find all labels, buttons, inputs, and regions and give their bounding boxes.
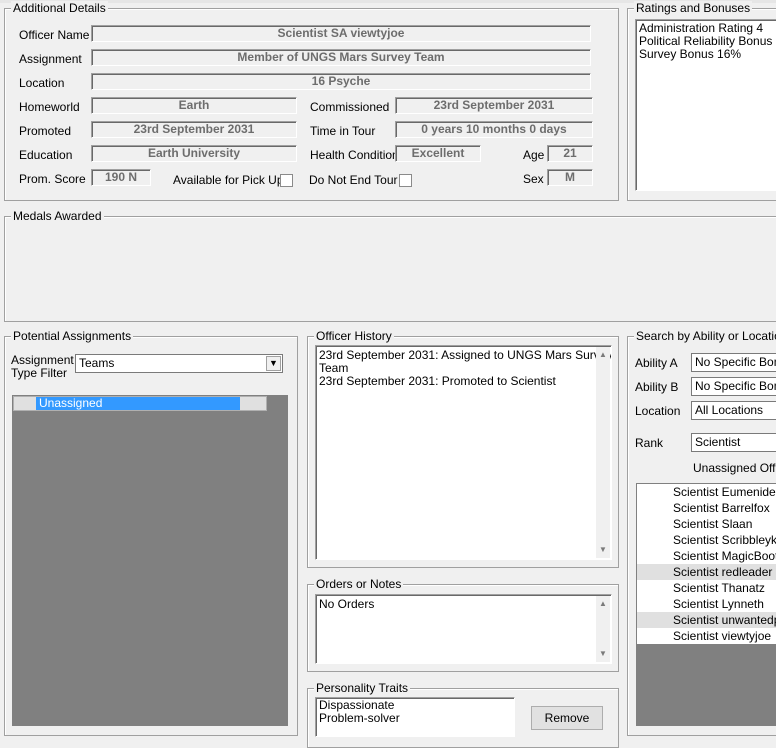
group-title: Medals Awarded [11,209,104,223]
pickup-label: Available for Pick Up [173,173,284,187]
remove-trait-button[interactable]: Remove [531,706,603,730]
ability-b-select[interactable]: No Specific Bonus [691,377,776,396]
education-label: Education [19,148,73,162]
homeworld-label: Homeworld [19,100,80,114]
commissioned-label: Commissioned [310,100,390,114]
chevron-down-icon[interactable]: ▼ [266,356,281,371]
location-label: Location [19,76,65,90]
sex-field: M [547,169,593,186]
rank-label: Rank [635,436,664,450]
assignment-type-filter-label: Type Filter [11,366,68,380]
pickup-checkbox[interactable] [280,174,293,187]
location-filter-select[interactable]: All Locations [691,401,776,420]
time-in-tour-field: 0 years 10 months 0 days [395,121,593,138]
assignment-label: Assignment [19,52,82,66]
ratings-list[interactable]: Administration Rating 4 Political Reliab… [635,19,776,191]
assignment-item-label: Unassigned [39,396,103,410]
orders-line: No Orders [319,597,375,611]
group-title: Personality Traits [314,681,411,695]
orders-scrollbar[interactable]: ▲ ▼ [596,596,610,662]
officer-list-item[interactable]: Scientist Slaan [637,516,776,532]
prom-score-field: 190 N [91,169,151,186]
group-title: Search by Ability or Location [634,329,776,343]
officer-list-item[interactable]: Scientist Thanatz [637,580,776,596]
time-in-tour-label: Time in Tour [310,124,376,138]
history-line: 23rd September 2031: Promoted to Scienti… [319,374,556,388]
group-title: Orders or Notes [314,577,404,591]
unassigned-officers-label: Unassigned Officers [693,461,776,475]
commissioned-field: 23rd September 2031 [395,97,593,114]
homeworld-field: Earth [91,97,297,114]
personality-traits-list[interactable]: Dispassionate Problem-solver [315,697,515,737]
do-not-end-tour-checkbox[interactable] [399,174,412,187]
group-title: Potential Assignments [11,329,134,343]
history-line: 23rd September 2031: Assigned to UNGS Ma… [319,348,612,362]
officer-name-field: Scientist SA viewtyjoe [91,25,591,42]
group-title: Additional Details [11,1,108,15]
officer-list-item[interactable]: Scientist redleader [637,564,776,580]
ability-b-label: Ability B [635,380,679,394]
age-label: Age [523,148,545,162]
officer-list-item[interactable]: Scientist unwantedplanet [637,612,776,628]
history-scrollbar[interactable]: ▲ ▼ [596,347,610,558]
prom-score-label: Prom. Score [19,172,86,186]
ability-a-select[interactable]: No Specific Bonus [691,353,776,372]
officers-list[interactable]: Scientist Eumenides Scientist Barrelfox … [637,484,776,644]
ability-a-label: Ability A [635,356,678,370]
location-filter-label: Location [635,404,681,418]
officer-list-item[interactable]: Scientist Barrelfox [637,500,776,516]
officer-list-item[interactable]: Scientist Eumenides [637,484,776,500]
group-title: Officer History [314,329,394,343]
health-label: Health Condition [310,148,399,162]
promoted-label: Promoted [19,124,72,138]
officer-list-item[interactable]: Scientist viewtyjoe [637,628,776,644]
scroll-down-icon[interactable]: ▼ [596,543,610,557]
age-field: 21 [547,145,593,162]
officer-history-text[interactable]: 23rd September 2031: Assigned to UNGS Ma… [315,345,612,560]
orders-text[interactable]: No Orders ▲ ▼ [315,594,612,664]
officer-name-label: Officer Name [19,28,90,42]
scroll-up-icon[interactable]: ▲ [596,597,610,611]
promoted-field: 23rd September 2031 [91,121,297,138]
do-not-end-tour-label: Do Not End Tour [309,173,398,187]
officer-list-item[interactable]: Scientist MagicBoots [637,548,776,564]
ratings-line: Survey Bonus 16% [639,47,742,61]
education-field: Earth University [91,145,297,162]
scroll-up-icon[interactable]: ▲ [596,348,610,362]
location-field: 16 Psyche [91,73,591,90]
assignment-type-filter-value: Teams [79,356,115,370]
assignment-field: Member of UNGS Mars Survey Team [91,49,591,66]
group-title: Ratings and Bonuses [634,1,753,15]
assignment-item-unassigned[interactable]: Unassigned [13,396,267,411]
officer-list-item[interactable]: Scientist Scribbleykins [637,532,776,548]
sex-label: Sex [523,172,544,186]
assignment-type-filter-select[interactable]: Teams ▼ [75,354,283,373]
rank-select[interactable]: Scientist [691,433,776,452]
officer-list-item[interactable]: Scientist Lynneth [637,596,776,612]
assignment-type-filter-label: Assignment [11,353,74,367]
medals-group: Medals Awarded [4,209,776,322]
scroll-down-icon[interactable]: ▼ [596,647,610,661]
assignments-tree[interactable]: Unassigned [12,395,288,726]
trait-item[interactable]: Problem-solver [316,712,514,725]
health-field: Excellent [395,145,481,162]
